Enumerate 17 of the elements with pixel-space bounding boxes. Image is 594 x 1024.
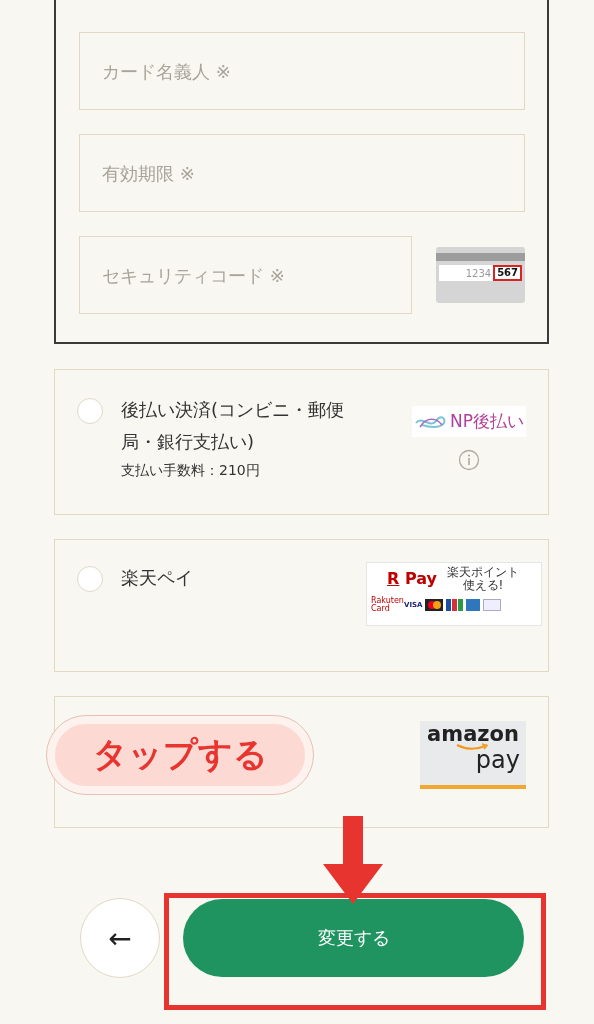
np-logo: NP後払い bbox=[412, 406, 526, 437]
option-title: 楽天ペイ bbox=[121, 566, 194, 590]
info-icon[interactable] bbox=[458, 449, 480, 471]
back-button[interactable]: ← bbox=[80, 898, 160, 978]
down-arrow-icon bbox=[321, 816, 385, 906]
option-title: 後払い決済(コンビニ・郵便局・銀行支払い) bbox=[121, 398, 346, 454]
payment-option-card[interactable]: 後払い決済(コンビニ・郵便局・銀行支払い) 支払い手数料：210円 NP後払い bbox=[54, 369, 549, 515]
input-field[interactable]: 有効期限 ※ bbox=[79, 134, 525, 212]
tap-callout: タップする bbox=[47, 716, 313, 794]
radio-button[interactable] bbox=[77, 398, 103, 424]
radio-button[interactable] bbox=[77, 566, 103, 592]
input-field[interactable]: カード名義人 ※ bbox=[79, 32, 525, 110]
input-field[interactable]: セキュリティコード ※ bbox=[79, 236, 412, 314]
amazon-pay-logo: amazon pay bbox=[420, 721, 526, 789]
credit-card-icon: 1234 567 bbox=[436, 247, 525, 303]
submit-button[interactable]: 変更する bbox=[183, 899, 524, 977]
fee-text: 支払い手数料：210円 bbox=[121, 462, 261, 480]
